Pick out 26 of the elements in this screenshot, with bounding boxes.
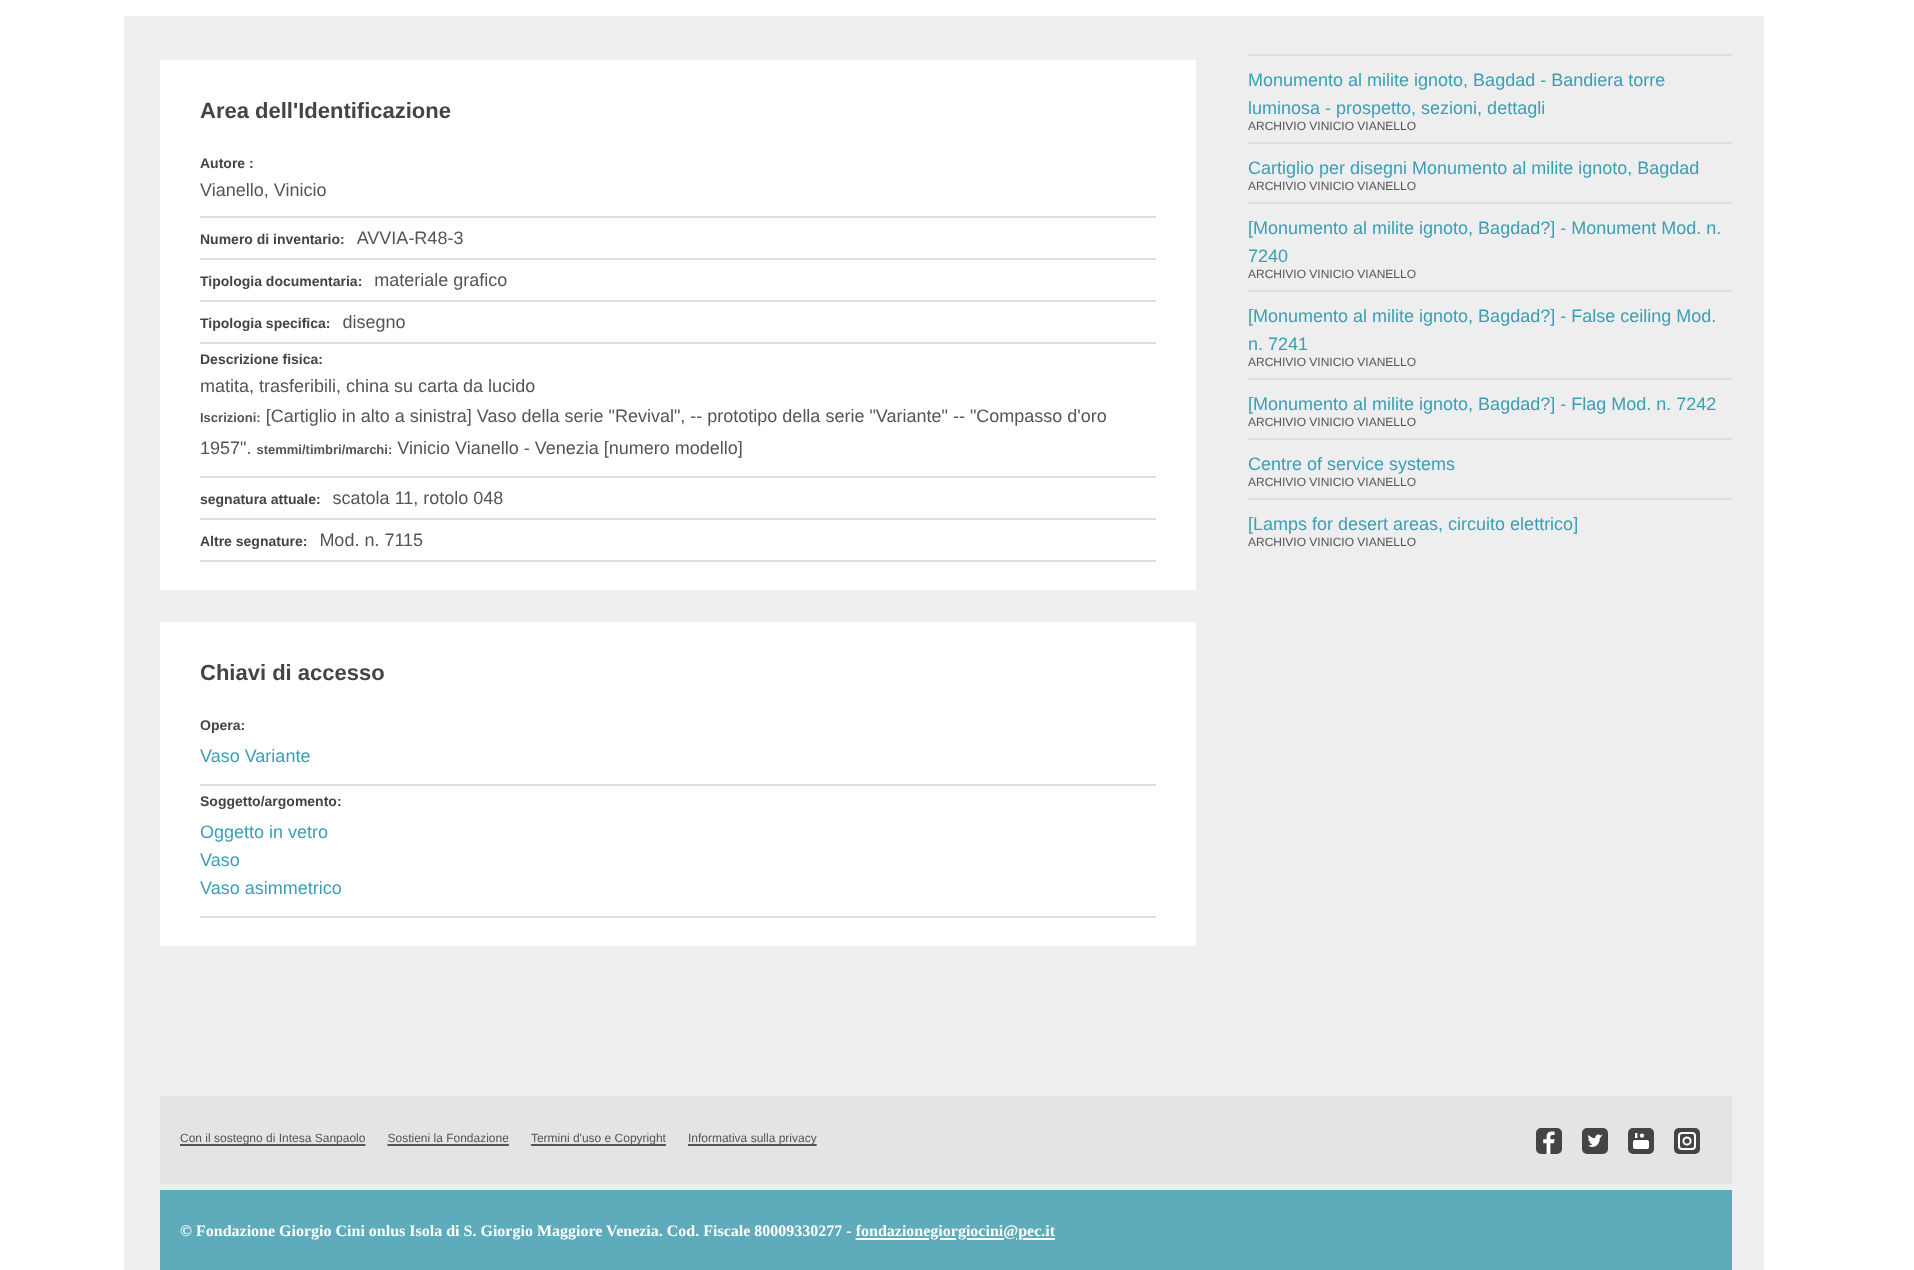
related-record-link[interactable]: [Lamps for desert areas, circuito elettrico] <box>1248 510 1732 538</box>
keyword-link[interactable]: Vaso <box>200 846 1156 874</box>
copyright-text: © Fondazione Giorgio Cini onlus Isola di S. Giorgio Maggiore Venezia. Cod. Fiscale 80009330277 - fondazionegiorgiocini@pec.it <box>180 1221 1055 1239</box>
related-record-link[interactable]: [Monumento al milite ignoto, Bagdad?] - False ceiling Mod. n. 7241 <box>1248 302 1732 358</box>
field-value: Vianello, Vinicio <box>200 180 329 200</box>
field-value: materiale grafico <box>374 270 508 290</box>
email-link[interactable]: fondazionegiorgiocini@pec.it <box>855 1221 1055 1239</box>
twitter-icon[interactable] <box>1582 1127 1608 1153</box>
keyword-link[interactable]: Vaso Variante <box>200 742 1156 770</box>
related-record-link[interactable]: [Monumento al milite ignoto, Bagdad?] - Flag Mod. n. 7242 <box>1248 390 1732 418</box>
related-record-link[interactable]: Centre of service systems <box>1248 450 1732 478</box>
youtube-icon[interactable] <box>1628 1127 1654 1153</box>
field-value: matita, trasferibili, china su carta da lucido <box>200 376 538 396</box>
keyword-link[interactable]: Oggetto in vetro <box>200 818 1156 846</box>
related-record-link[interactable]: Cartiglio per disegni Monumento al milite ignoto, Bagdad <box>1248 154 1732 182</box>
related-record-link[interactable]: [Monumento al milite ignoto, Bagdad?] - Monument Mod. n. 7240 <box>1248 214 1732 270</box>
section-title: Chiavi di accesso <box>200 662 387 686</box>
facebook-icon[interactable] <box>1536 1127 1562 1153</box>
field-value: disegno <box>342 312 406 332</box>
keyword-link[interactable]: Vaso asimmetrico <box>200 874 1156 902</box>
field-value: scatola 11, rotolo 048 <box>332 488 504 508</box>
field-value: AVVIA-R48-3 <box>356 228 464 248</box>
field-value: Mod. n. 7115 <box>319 530 424 550</box>
related-record-link[interactable]: Monumento al milite ignoto, Bagdad - Bandiera torre luminosa - prospetto, sezioni, dettagli <box>1248 66 1732 122</box>
instagram-icon[interactable] <box>1674 1127 1700 1153</box>
section-title: Area dell'Identificazione <box>200 100 453 124</box>
